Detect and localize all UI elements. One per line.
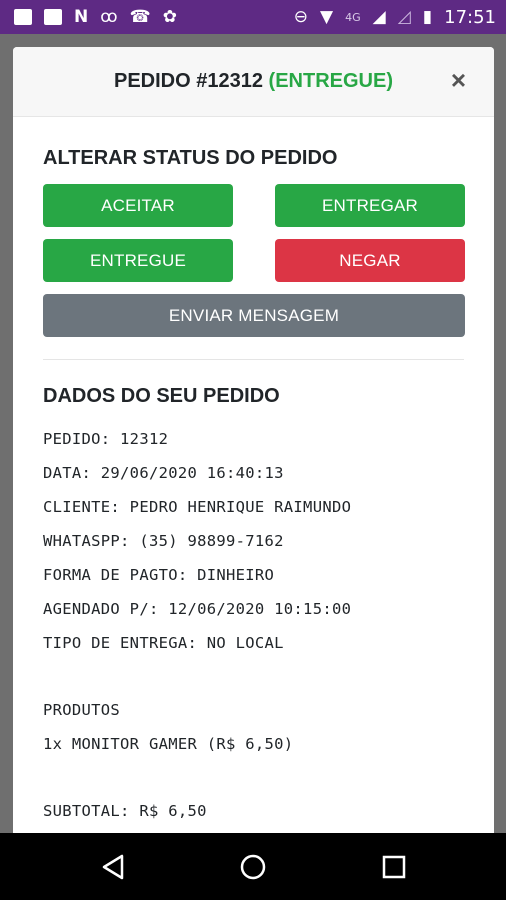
home-icon[interactable] [239,853,267,881]
send-message-button[interactable]: ENVIAR MENSAGEM [43,294,465,337]
n-icon: N [74,6,89,27]
detail-payment: FORMA DE PAGTO: DINHEIRO [43,566,275,584]
detail-whatsapp: WHATASPP: (35) 98899-7162 [43,532,284,550]
delivered-button[interactable]: ENTREGUE [43,239,233,282]
order-status: (ENTREGUE) [268,70,393,92]
detail-scheduled: AGENDADO P/: 12/06/2020 10:15:00 [43,600,352,618]
detail-customer: CLIENTE: PEDRO HENRIQUE RAIMUNDO [43,498,352,516]
deny-button[interactable]: NEGAR [275,239,465,282]
modal-header: PEDIDO #12312 (ENTREGUE) × [13,47,494,117]
call-missed-icon: ☎ [129,6,151,27]
image-icon [44,9,62,25]
flower-icon: ✿ [162,6,177,27]
signal-icon: ◢ [372,6,386,27]
order-modal: PEDIDO #12312 (ENTREGUE) × ALTERAR STATU… [13,47,494,847]
deliver-button[interactable]: ENTREGAR [275,184,465,227]
order-number: PEDIDO #12312 [114,70,263,92]
change-status-heading: ALTERAR STATUS DO PEDIDO [43,147,338,169]
subtotal: SUBTOTAL: R$ 6,50 [43,802,207,820]
order-details-heading: DADOS DO SEU PEDIDO [43,385,280,407]
system-icons: ⊖ ▼ 4G ◢ ◿ ▮ 17:51 [294,7,496,28]
notification-icons: N ꝏ ☎ ✿ [14,6,177,27]
status-bar: N ꝏ ☎ ✿ ⊖ ▼ 4G ◢ ◿ ▮ 17:51 [0,0,506,34]
modal-title: PEDIDO #12312 (ENTREGUE) [114,70,393,93]
divider [43,359,464,360]
voicemail-icon: ꝏ [100,6,118,27]
message-icon [14,9,32,25]
detail-delivery-type: TIPO DE ENTREGA: NO LOCAL [43,634,284,652]
do-not-disturb-icon: ⊖ [293,6,308,27]
battery-charging-icon: ▮ [422,6,433,27]
accept-button[interactable]: ACEITAR [43,184,233,227]
recents-icon[interactable] [380,853,408,881]
close-icon[interactable]: × [451,67,466,93]
product-item: 1x MONITOR GAMER (R$ 6,50) [43,735,294,753]
network-type: 4G [345,10,361,24]
wifi-icon: ▼ [320,6,334,27]
detail-order-id: PEDIDO: 12312 [43,430,169,448]
products-label: PRODUTOS [43,701,121,719]
signal-empty-icon: ◿ [397,6,411,27]
clock: 17:51 [444,6,496,28]
navigation-bar [0,833,506,900]
back-icon[interactable] [100,853,128,881]
detail-date: DATA: 29/06/2020 16:40:13 [43,464,284,482]
